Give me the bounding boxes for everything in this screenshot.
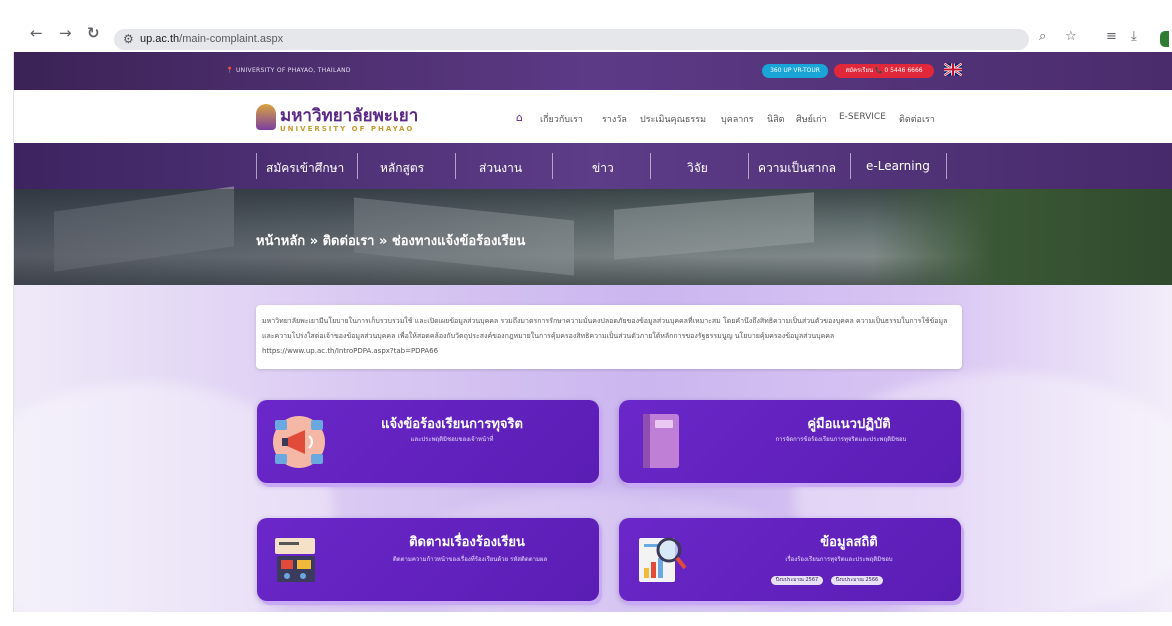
- menu-divider: [946, 153, 947, 179]
- menu-divider: [455, 153, 456, 179]
- card-title: ติดตามเรื่องร้องเรียน: [409, 535, 525, 550]
- card-subtitle: เรื่องร้องเรียนการทุจริตและประพฤติมิชอบ: [785, 556, 893, 563]
- zoom-icon[interactable]: ⌕: [1039, 29, 1046, 44]
- url-host: up.ac.th: [140, 33, 180, 45]
- category-menu: สมัครเข้าศึกษา หลักสูตร ส่วนงาน ข่าว วิจ…: [14, 143, 1172, 189]
- menu-research[interactable]: วิจัย: [687, 159, 708, 178]
- card-statistics[interactable]: ข้อมูลสถิติ เรื่องร้องเรียนการทุจริตและป…: [619, 518, 961, 601]
- card-title: ข้อมูลสถิติ: [820, 535, 878, 550]
- menu-international[interactable]: ความเป็นสากล: [758, 159, 836, 178]
- nav-alumni[interactable]: ศิษย์เก่า: [796, 112, 827, 126]
- apply-phone-button[interactable]: สมัครเรียน 📞 0 5446 6666: [834, 64, 934, 78]
- download-icon[interactable]: ⤓: [1131, 29, 1137, 44]
- card-subtitle: ติดตามความก้าวหน้าของเรื่องที่ร้องเรียนด…: [392, 556, 548, 563]
- url-path: /main-complaint.aspx: [179, 33, 284, 45]
- url-text: up.ac.th/main-complaint.aspx: [140, 33, 283, 45]
- menu-divider: [850, 153, 851, 179]
- menu-divider: [357, 153, 358, 179]
- tracking-icon: [275, 538, 315, 582]
- year-2566-button[interactable]: ปีงบประมาณ 2566: [831, 576, 883, 585]
- uk-flag-icon[interactable]: [944, 63, 962, 76]
- menu-divider: [748, 153, 749, 179]
- profile-avatar[interactable]: [1160, 31, 1169, 47]
- card-subtitle: และประพฤติมิชอบของเจ้าหน้าที่: [410, 436, 494, 443]
- arrow-right-icon[interactable]: →: [59, 26, 72, 41]
- emblem-icon: [256, 104, 276, 130]
- nav-staff[interactable]: บุคลากร: [721, 112, 754, 126]
- page-bottom-margin: [0, 612, 1172, 626]
- year-2567-button[interactable]: ปีงบประมาณ 2567: [771, 576, 823, 585]
- menu-divider: [552, 153, 553, 179]
- breadcrumb: หน้าหลัก » ติดต่อเรา » ช่องทางแจ้งข้อร้อ…: [256, 234, 526, 249]
- website-viewport: 📍 UNIVERSITY OF PHAYAO, THAILAND 360 UP …: [14, 52, 1172, 612]
- arrow-left-icon[interactable]: ←: [30, 26, 43, 41]
- nav-about[interactable]: เกี่ยวกับเรา: [540, 112, 583, 126]
- nav-awards[interactable]: รางวัล: [602, 112, 627, 126]
- pdpa-notice-text: มหาวิทยาลัยพะเยามีนโยบายในการเก็บรวบรวมใ…: [262, 317, 948, 355]
- vr-tour-button[interactable]: 360 UP VR-TOUR: [762, 64, 828, 78]
- megaphone-icon: [273, 416, 325, 468]
- site-info-icon[interactable]: ⚙: [123, 32, 134, 46]
- card-subtitle: การจัดการข้อร้องเรียนการทุจริตและประพฤติ…: [775, 436, 907, 443]
- card-report-corruption[interactable]: แจ้งข้อร้องเรียนการทุจริต และประพฤติมิชอ…: [257, 400, 599, 483]
- nav-students[interactable]: นิสิต: [767, 112, 785, 126]
- browser-toolbar: ← → ↻ ⚙ up.ac.th/main-complaint.aspx ⌕ ☆…: [0, 0, 1172, 52]
- nav-ethics[interactable]: ประเมินคุณธรรม: [640, 112, 706, 126]
- reload-icon[interactable]: ↻: [87, 26, 100, 41]
- bookmark-star-icon[interactable]: ☆: [1065, 29, 1077, 44]
- pdpa-notice: มหาวิทยาลัยพะเยามีนโยบายในการเก็บรวบรวมใ…: [256, 305, 962, 369]
- menu-divider: [256, 153, 257, 179]
- address-bar[interactable]: ⚙ up.ac.th/main-complaint.aspx: [114, 29, 1029, 50]
- statistics-icon: [639, 537, 687, 582]
- logo-english-text: UNIVERSITY OF PHAYAO: [280, 125, 415, 133]
- menu-admission[interactable]: สมัครเข้าศึกษา: [266, 159, 344, 178]
- card-track-complaint[interactable]: ติดตามเรื่องร้องเรียน ติดตามความก้าวหน้า…: [257, 518, 599, 601]
- menu-divider: [650, 153, 651, 179]
- home-icon[interactable]: ⌂: [516, 111, 523, 124]
- hero-banner: หน้าหลัก » ติดต่อเรา » ช่องทางแจ้งข้อร้อ…: [14, 186, 1172, 285]
- university-address: 📍 UNIVERSITY OF PHAYAO, THAILAND: [226, 67, 351, 74]
- reading-mode-icon[interactable]: ≡: [1106, 29, 1117, 44]
- top-info-bar: 📍 UNIVERSITY OF PHAYAO, THAILAND 360 UP …: [14, 52, 1172, 90]
- hero-overlay: [14, 189, 1172, 285]
- menu-curriculum[interactable]: หลักสูตร: [380, 159, 424, 178]
- address-text: UNIVERSITY OF PHAYAO, THAILAND: [235, 67, 351, 74]
- card-title: คู่มือแนวปฏิบัติ: [807, 417, 891, 432]
- card-title: แจ้งข้อร้องเรียนการทุจริต: [381, 417, 523, 432]
- menu-units[interactable]: ส่วนงาน: [479, 159, 522, 178]
- nav-eservice[interactable]: E-SERVICE: [839, 112, 886, 122]
- site-header: มหาวิทยาลัยพะเยา UNIVERSITY OF PHAYAO ⌂ …: [14, 90, 1172, 143]
- book-icon: [643, 414, 679, 468]
- nav-contact[interactable]: ติดต่อเรา: [899, 112, 935, 126]
- menu-elearning[interactable]: e-Learning: [866, 159, 930, 173]
- card-guideline[interactable]: คู่มือแนวปฏิบัติ การจัดการข้อร้องเรียนกา…: [619, 400, 961, 483]
- menu-news[interactable]: ข่าว: [592, 159, 614, 178]
